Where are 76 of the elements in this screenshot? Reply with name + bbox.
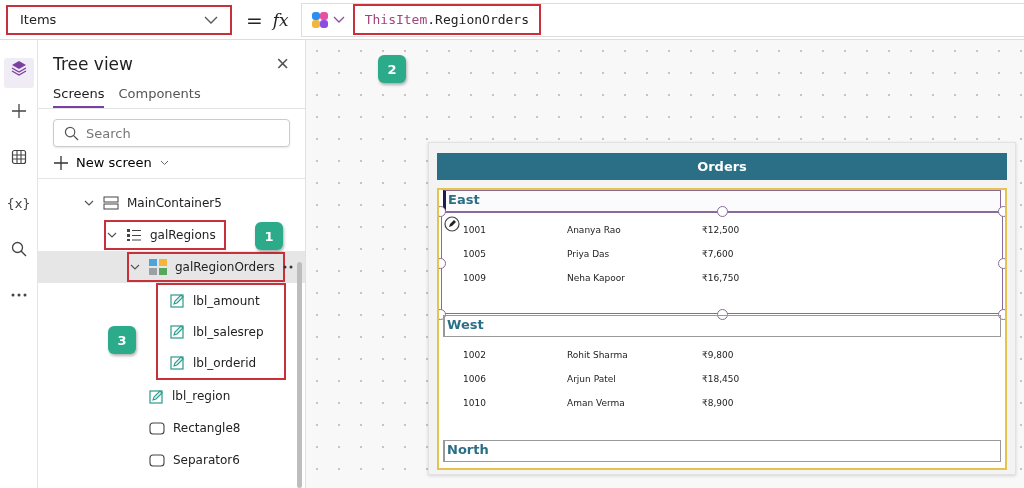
plus-icon	[10, 103, 27, 119]
order-id: 1002	[462, 350, 487, 360]
search-field[interactable]: Search	[53, 119, 290, 147]
header-bar: Orders	[437, 153, 1007, 180]
order-id: 1010	[462, 398, 487, 408]
order-amount: ₹9,800	[702, 350, 735, 360]
region-label: West	[443, 315, 1001, 337]
panel-title: Tree view	[53, 54, 133, 74]
edit-label-icon	[149, 388, 164, 404]
order-amount: ₹18,450	[702, 374, 741, 384]
sales-rep: Arjun Patel	[567, 374, 617, 384]
more-icon	[10, 293, 27, 297]
chevron-down-icon	[204, 15, 218, 24]
tree-item[interactable]: lbl_salesrep	[158, 316, 274, 347]
chevron-down-icon[interactable]	[83, 199, 95, 207]
sales-rep: Aman Verma	[567, 398, 626, 408]
copilot-icon	[309, 9, 330, 30]
selection-handle[interactable]	[717, 206, 728, 217]
order-id: 1009	[462, 273, 487, 283]
sales-rep: Ananya Rao	[567, 225, 622, 235]
selection-handle[interactable]	[717, 309, 728, 320]
new-screen-button[interactable]: New screen	[38, 147, 185, 178]
region-label: North	[443, 440, 1001, 462]
chevron-down-icon[interactable]	[106, 231, 118, 239]
callout-badge: 3	[108, 326, 136, 354]
order-amount: ₹12,500	[702, 225, 741, 235]
tree-item[interactable]: Separator6	[127, 445, 250, 475]
property-dropdown[interactable]: Items	[6, 4, 232, 35]
gallery-icon	[149, 259, 167, 275]
edit-label-icon	[170, 355, 185, 370]
list-icon	[126, 228, 142, 242]
rectangle-icon	[149, 453, 165, 467]
tree-item[interactable]: galRegions	[104, 220, 226, 250]
tab[interactable]: Screens	[53, 82, 105, 108]
edit-label-icon	[170, 293, 185, 308]
callout-badge: 1	[255, 222, 283, 250]
sales-rep: Neha Kapoor	[567, 273, 627, 283]
equals-sign: =	[246, 7, 263, 32]
formula-text[interactable]: ThisItem.RegionOrders	[352, 4, 542, 35]
region-label: East	[443, 190, 1001, 212]
tree-item[interactable]: lbl_region	[127, 381, 241, 411]
layers-button[interactable]	[3, 58, 34, 88]
layers-icon	[10, 60, 27, 76]
selection-frame[interactable]	[441, 212, 1003, 314]
order-amount: ₹8,900	[702, 398, 735, 408]
chevron-down-icon[interactable]	[129, 263, 141, 271]
order-id: 1005	[462, 249, 487, 259]
order-amount: ₹16,750	[702, 273, 741, 283]
sales-rep: Priya Das	[567, 249, 611, 259]
tree-item[interactable]: Rectangle8	[127, 413, 251, 443]
order-amount: ₹7,600	[702, 249, 735, 259]
tree-item[interactable]: lbl_orderid	[158, 347, 267, 378]
edit-label-icon	[170, 324, 185, 339]
scrollbar[interactable]	[297, 262, 302, 488]
chevron-down-icon	[332, 15, 345, 24]
tab[interactable]: Components	[118, 82, 201, 108]
container-icon	[103, 196, 119, 210]
edit-icon[interactable]	[444, 216, 460, 232]
search-icon	[10, 241, 27, 257]
search-icon	[64, 126, 79, 141]
more-icon[interactable]	[283, 265, 295, 269]
fx-label: fx	[272, 9, 289, 30]
chevron-down-icon	[159, 159, 169, 166]
close-button[interactable]: ×	[276, 54, 289, 74]
table-icon	[10, 149, 27, 165]
plus-icon	[54, 155, 68, 170]
tree-item[interactable]: MainContainer5	[81, 188, 232, 218]
variables-button[interactable]: {x}	[3, 180, 34, 226]
rectangle-icon	[149, 421, 165, 435]
tree-item[interactable]: galRegionOrders	[127, 252, 285, 282]
formula-field[interactable]: ThisItem.RegionOrders	[300, 2, 1024, 37]
callout-badge: 2	[378, 55, 406, 83]
order-id: 1006	[462, 374, 487, 384]
sales-rep: Rohit Sharma	[567, 350, 629, 360]
order-id: 1001	[462, 225, 487, 235]
tree-item[interactable]: lbl_amount	[158, 285, 270, 316]
